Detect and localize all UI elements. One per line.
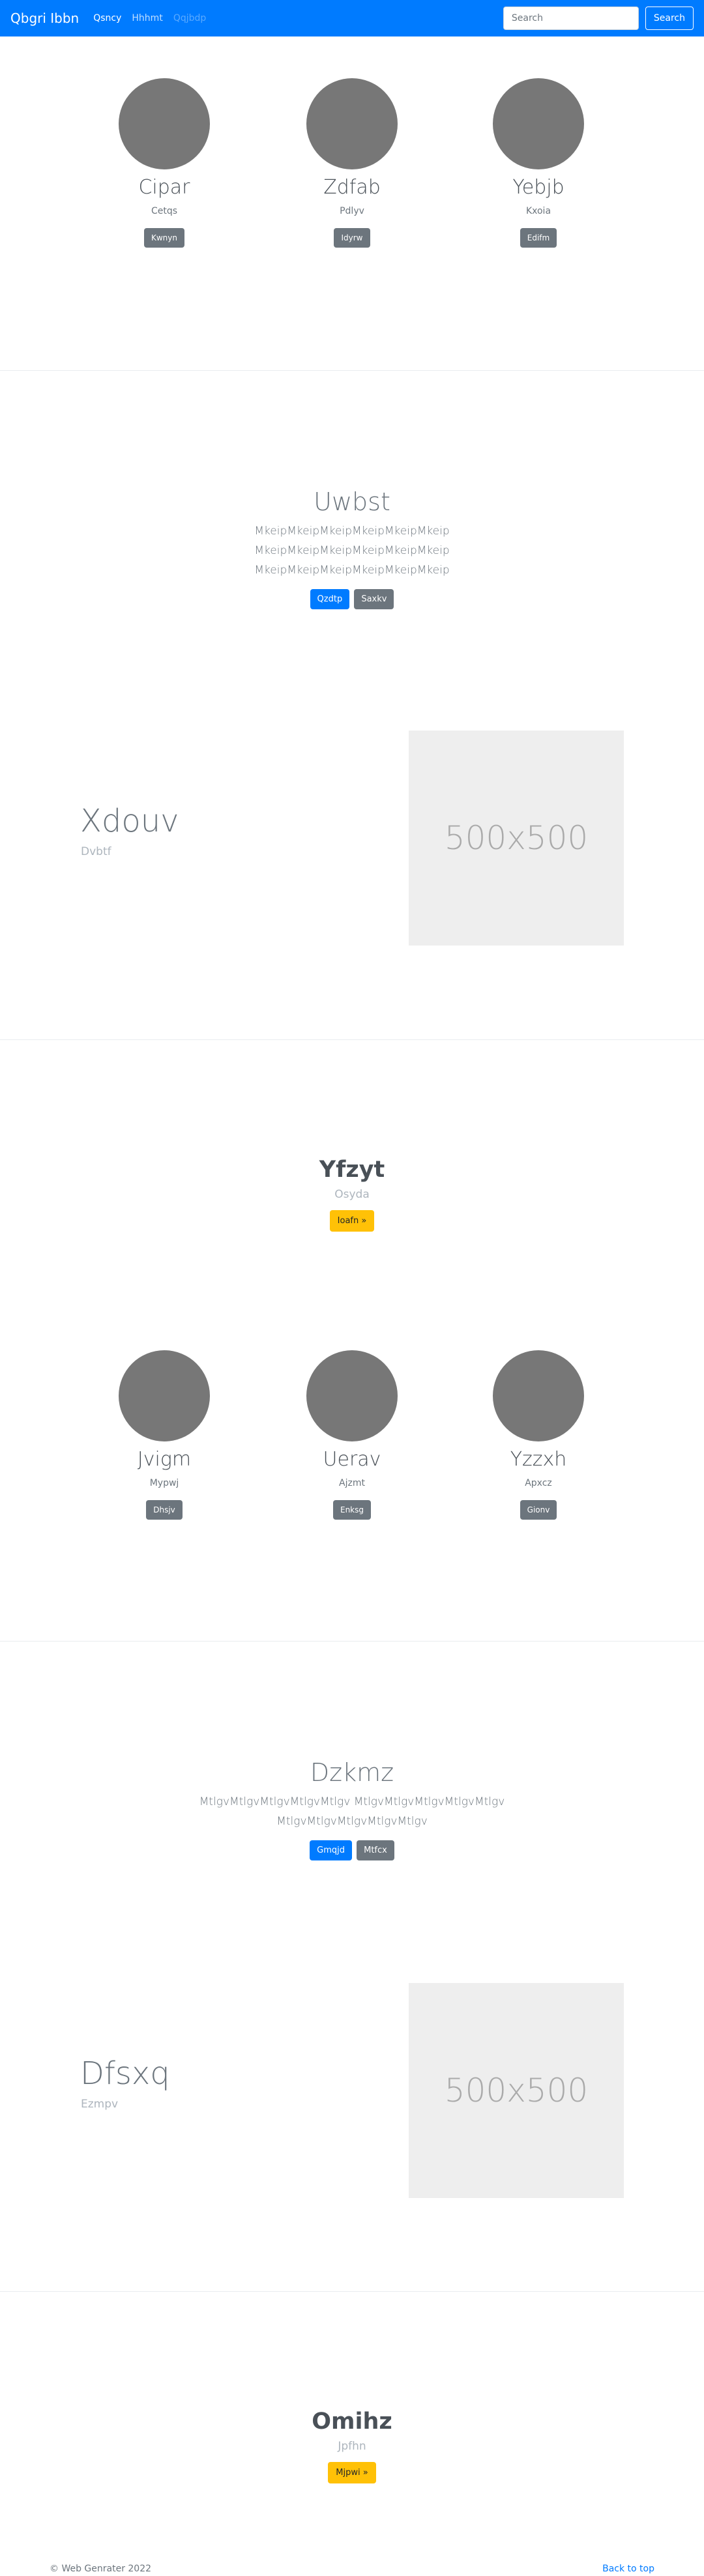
jumbotron-title: Dzkmz	[310, 1758, 394, 1787]
profile-button[interactable]: Enksg	[332, 1500, 371, 1520]
profile-name: Zdfab	[323, 176, 381, 199]
jumbotron-line: MkeipMkeipMkeipMkeipMkeipMkeip	[254, 564, 450, 577]
profile-button[interactable]: Idyrw	[334, 228, 370, 248]
jumbotron-buttons: Qzdtp Saxkv	[0, 589, 704, 609]
profile-name: Yebjb	[512, 176, 565, 199]
placeholder-image: 500x500	[409, 1983, 624, 2198]
profile-name: Uerav	[323, 1448, 381, 1471]
profile-subtitle: Mypwj	[149, 1478, 179, 1488]
avatar	[306, 1350, 398, 1441]
featurette-heading: Xdouv	[80, 803, 179, 839]
search-input[interactable]	[503, 7, 639, 30]
profile-card: Cipar Cetqs Kwnyn	[86, 78, 242, 248]
jumbotron-text: MtlgvMtlgvMtlgvMtlgvMtlgv MtlgvMtlgvMtlg…	[0, 1792, 704, 1831]
profile-subtitle: Cetqs	[151, 206, 178, 216]
divider	[0, 1039, 704, 1040]
avatar	[119, 1350, 210, 1441]
profile-name: Cipar	[138, 176, 190, 199]
featurette-subtitle: Ezmpv	[81, 2098, 119, 2111]
profile-name: Jvigm	[137, 1448, 192, 1471]
jumbotron: Dzkmz MtlgvMtlgvMtlgvMtlgvMtlgv MtlgvMtl…	[0, 1757, 704, 1860]
placeholder-image: 500x500	[409, 731, 624, 946]
album-header: Omihz Jpfhn Mjpwi »	[0, 2407, 704, 2483]
avatar	[119, 78, 210, 169]
secondary-button[interactable]: Mtfcx	[357, 1840, 394, 1860]
search-button[interactable]: Search	[645, 7, 694, 30]
search-form: Search	[503, 7, 694, 30]
album-button[interactable]: Ioafn »	[329, 1210, 375, 1232]
jumbotron-line: MkeipMkeipMkeipMkeipMkeipMkeip	[254, 544, 450, 557]
profile-subtitle: Apxcz	[525, 1478, 552, 1488]
primary-button[interactable]: Gmqjd	[310, 1840, 353, 1860]
jumbotron-line: MtlgvMtlgvMtlgvMtlgvMtlgv MtlgvMtlgvMtlg…	[199, 1795, 505, 1808]
featurette-subtitle: Dvbtf	[81, 845, 111, 858]
album-header: Yfzyt Osyda Ioafn »	[0, 1155, 704, 1232]
profile-card: Yebjb Kxoia Edifm	[460, 78, 617, 248]
secondary-button[interactable]: Saxkv	[354, 589, 394, 609]
profile-card: Zdfab Pdlyv Idyrw	[274, 78, 430, 248]
album-button[interactable]: Mjpwi »	[328, 2462, 376, 2483]
profile-card: Jvigm Mypwj Dhsjv	[86, 1350, 242, 1520]
avatar	[493, 1350, 584, 1441]
primary-button[interactable]: Qzdtp	[310, 589, 350, 609]
album-subtitle: Jpfhn	[338, 2440, 366, 2453]
profile-subtitle: Kxoia	[525, 206, 551, 216]
profile-button[interactable]: Kwnyn	[144, 228, 184, 248]
navbar: Qbgri Ibbn Qsncy Hhhmt Qqjbdp Search	[0, 0, 704, 36]
jumbotron-line: MtlgvMtlgvMtlgvMtlgvMtlgv	[276, 1815, 428, 1828]
featurette-heading: Dfsxq	[80, 2055, 170, 2092]
profile-name: Yzzxh	[510, 1448, 567, 1471]
nav-link-3: Qqjbdp	[173, 13, 207, 23]
jumbotron-line: MkeipMkeipMkeipMkeipMkeipMkeip	[254, 525, 450, 538]
album-title: Omihz	[312, 2409, 392, 2435]
nav-link-2[interactable]: Hhhmt	[132, 13, 162, 23]
album-subtitle: Osyda	[334, 1188, 370, 1201]
profile-card: Yzzxh Apxcz Gionv	[460, 1350, 617, 1520]
divider	[0, 2291, 704, 2292]
jumbotron-buttons: Gmqjd Mtfcx	[0, 1840, 704, 1860]
jumbotron-title: Uwbst	[314, 487, 390, 516]
profile-subtitle: Pdlyv	[340, 206, 364, 216]
divider	[0, 1641, 704, 1642]
avatar	[493, 78, 584, 169]
jumbotron: Uwbst MkeipMkeipMkeipMkeipMkeipMkeip Mke…	[0, 486, 704, 609]
back-to-top-link[interactable]: Back to top	[602, 2564, 654, 2574]
album-title: Yfzyt	[319, 1157, 385, 1183]
footer-copyright: © Web Genrater 2022	[50, 2564, 152, 2574]
profile-button[interactable]: Edifm	[520, 228, 557, 248]
nav-link-1[interactable]: Qsncy	[93, 13, 121, 23]
avatar	[306, 78, 398, 169]
profile-subtitle: Ajzmt	[339, 1478, 365, 1488]
profile-button[interactable]: Gionv	[520, 1500, 557, 1520]
divider	[0, 370, 704, 371]
jumbotron-text: MkeipMkeipMkeipMkeipMkeipMkeip MkeipMkei…	[0, 521, 704, 580]
profile-card: Uerav Ajzmt Enksg	[274, 1350, 430, 1520]
profile-button[interactable]: Dhsjv	[146, 1500, 183, 1520]
brand[interactable]: Qbgri Ibbn	[10, 10, 79, 26]
